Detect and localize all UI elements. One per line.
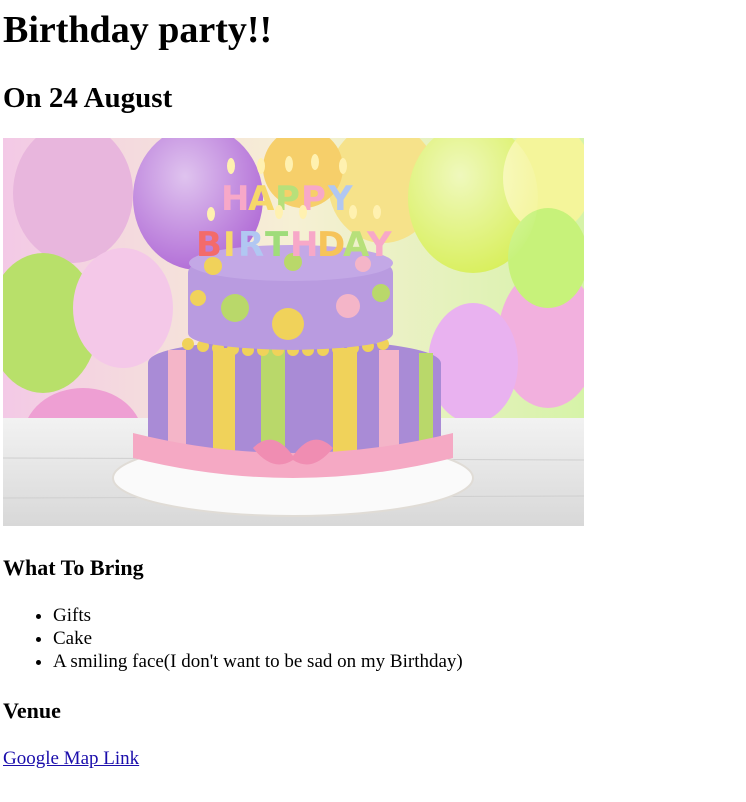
list-item: Cake <box>53 627 463 650</box>
bring-list: Gifts Cake A smiling face(I don't want t… <box>3 604 463 673</box>
event-date: On 24 August <box>3 82 173 114</box>
venue-heading: Venue <box>3 698 61 723</box>
svg-text:R: R <box>238 225 264 265</box>
birthday-cake-image: H A P P Y B I R T H D A Y <box>3 138 584 526</box>
svg-text:T: T <box>265 225 289 265</box>
svg-text:A: A <box>248 179 275 219</box>
svg-text:H: H <box>290 225 318 265</box>
svg-text:B: B <box>196 225 222 265</box>
page: Birthday party!! On 24 August H A P P Y … <box>0 0 746 802</box>
google-map-link[interactable]: Google Map Link <box>3 747 139 770</box>
svg-text:Y: Y <box>366 225 392 265</box>
what-to-bring-heading: What To Bring <box>3 555 144 580</box>
page-title: Birthday party!! <box>3 9 273 51</box>
svg-text:I: I <box>223 225 236 265</box>
list-item: A smiling face(I don't want to be sad on… <box>53 650 463 673</box>
svg-text:D: D <box>317 225 345 265</box>
svg-text:H: H <box>221 179 249 219</box>
svg-text:A: A <box>343 225 370 265</box>
list-item: Gifts <box>53 604 463 627</box>
